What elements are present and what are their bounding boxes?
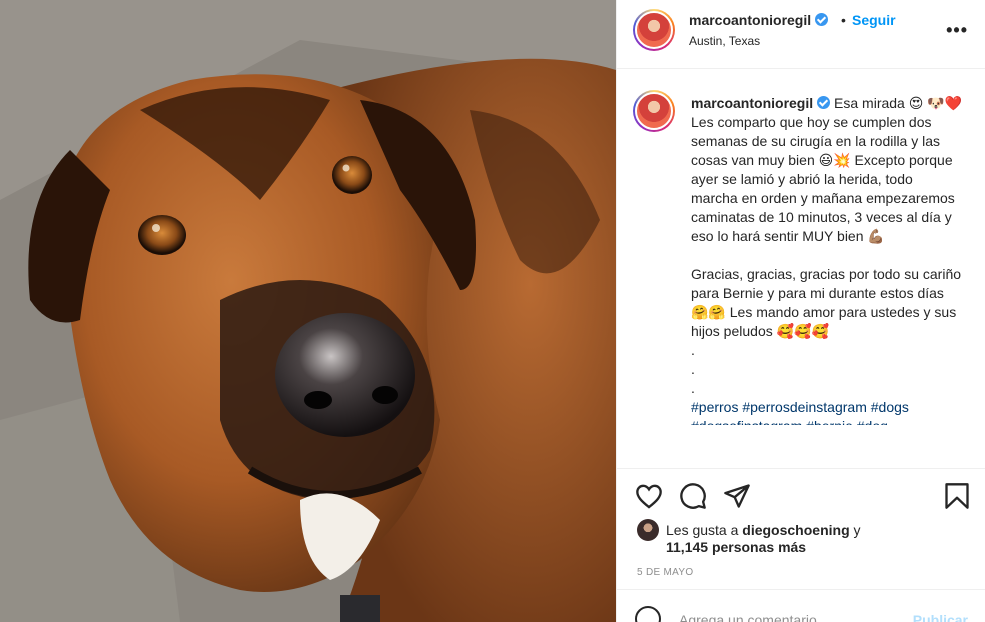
post-date[interactable]: 5 DE MAYO: [637, 567, 693, 578]
separator-dot: •: [841, 12, 846, 28]
dog-photo: [0, 0, 616, 622]
likes-text: Les gusta a diegoschoening y: [666, 520, 861, 540]
liker-avatar[interactable]: [637, 519, 659, 541]
likes-suffix: y: [849, 522, 861, 538]
post-location[interactable]: Austin, Texas: [689, 34, 760, 48]
caption-author-avatar[interactable]: [633, 90, 675, 132]
emoji-icon[interactable]: [635, 606, 661, 622]
post-sidebar: marcoantonioregil • Seguir Austin, Texas…: [616, 0, 985, 622]
likes-prefix: Les gusta a: [666, 522, 743, 538]
post-caption: marcoantonioregil Esa mirada 😍 🐶❤️ Les c…: [691, 94, 963, 425]
caption-line3: Gracias, gracias, gracias por todo su ca…: [691, 266, 962, 339]
caption-dot-1: .: [691, 342, 695, 358]
post-header: marcoantonioregil • Seguir Austin, Texas…: [617, 0, 985, 69]
bookmark-icon[interactable]: [944, 482, 970, 510]
comment-input[interactable]: [679, 610, 899, 622]
follow-button[interactable]: Seguir: [852, 12, 896, 28]
heart-icon[interactable]: [635, 483, 663, 509]
caption-dot-3: .: [691, 380, 695, 396]
caption-dot-2: .: [691, 361, 695, 377]
verified-badge-icon: [817, 96, 831, 109]
caption-line1: Esa mirada 😍: [834, 95, 924, 111]
liker-username[interactable]: diegoschoening: [742, 522, 849, 538]
add-comment-bar: Publicar: [617, 589, 985, 622]
more-options-button[interactable]: •••: [946, 20, 968, 41]
caption-hashtags-cut[interactable]: #dogsofinstagram #bernie #dog: [691, 417, 963, 425]
author-avatar[interactable]: [633, 9, 675, 51]
comments-area[interactable]: marcoantonioregil Esa mirada 😍 🐶❤️ Les c…: [617, 70, 985, 468]
publish-button[interactable]: Publicar: [913, 612, 968, 622]
author-username[interactable]: marcoantonioregil: [689, 12, 829, 28]
caption-line2: 🐶❤️ Les comparto que hoy se cumplen dos …: [691, 95, 963, 244]
comment-icon[interactable]: [679, 482, 707, 510]
post-image[interactable]: [0, 0, 616, 622]
paper-plane-icon[interactable]: [723, 482, 751, 510]
likes-count[interactable]: 11,145 personas más: [666, 539, 806, 555]
caption-hashtags[interactable]: #perros #perrosdeinstagram #dogs: [691, 398, 963, 417]
author-username-text[interactable]: marcoantonioregil: [689, 12, 811, 28]
caption-username[interactable]: marcoantonioregil: [691, 95, 813, 111]
verified-badge-icon: [815, 13, 829, 26]
